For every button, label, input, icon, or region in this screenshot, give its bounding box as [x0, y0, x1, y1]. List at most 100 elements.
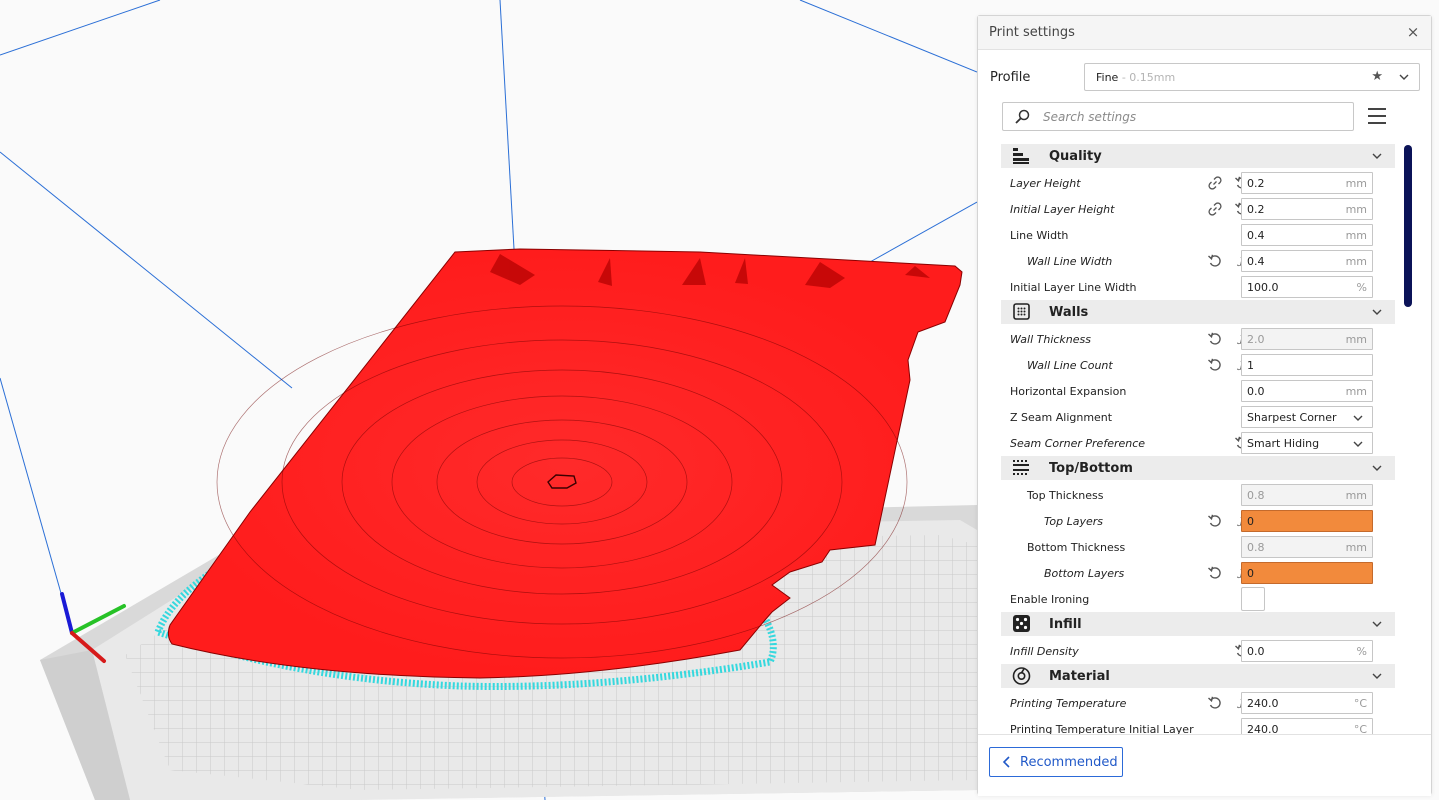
bottom-layers-field[interactable]: 0 — [1241, 562, 1373, 584]
field-value: 0.0 — [1247, 645, 1265, 658]
link-icon[interactable] — [1207, 201, 1223, 217]
wall-line-width-field[interactable]: 0.4 mm — [1241, 250, 1373, 272]
setting-label: Initial Layer Height — [1010, 203, 1115, 216]
layer-height-field[interactable]: 0.2 mm — [1241, 172, 1373, 194]
setting-bottom-thickness: Bottom Thickness 0.8 mm — [1001, 534, 1395, 560]
initial-layer-height-field[interactable]: 0.2 mm — [1241, 198, 1373, 220]
setting-label: Line Width — [1010, 229, 1069, 242]
panel-footer: Recommended — [978, 734, 1431, 796]
link-icon[interactable] — [1207, 175, 1223, 191]
close-icon[interactable]: × — [1405, 23, 1421, 41]
setting-wall-thickness: Wall Thickness ƒ 2.0mm — [1001, 326, 1395, 352]
infill-icon — [1013, 615, 1030, 632]
field-value: 0 — [1247, 515, 1254, 528]
wall-thickness-field[interactable]: 2.0 mm — [1241, 328, 1373, 350]
field-value: Sharpest Corner — [1247, 411, 1337, 424]
panel-header: Print settings × — [978, 16, 1431, 50]
category-quality[interactable]: Quality — [1001, 144, 1395, 168]
setting-infill-density: Infill Density 0.0% — [1001, 638, 1395, 664]
setting-wall-line-count: Wall Line Count ƒ 1 — [1001, 352, 1395, 378]
field-value: 0.0 — [1247, 385, 1265, 398]
seam-corner-preference-dropdown[interactable]: Smart Hiding — [1241, 432, 1373, 454]
field-value: 0.8 — [1247, 489, 1265, 502]
settings-menu-icon[interactable] — [1368, 108, 1386, 124]
horizontal-expansion-field[interactable]: 0.0 mm — [1241, 380, 1373, 402]
setting-seam-corner-preference: Seam Corner Preference Smart Hiding — [1001, 430, 1395, 456]
reset-icon[interactable] — [1207, 253, 1223, 269]
profile-name: Fine - 0.15mm — [1096, 71, 1175, 84]
top-layers-field[interactable]: 0 — [1241, 510, 1373, 532]
reset-icon[interactable] — [1207, 331, 1223, 347]
line-width-field[interactable]: 0.4 mm — [1241, 224, 1373, 246]
field-value: 2.0 — [1247, 333, 1265, 346]
category-label: Infill — [1049, 617, 1082, 632]
search-box[interactable] — [1002, 102, 1354, 131]
infill-density-field[interactable]: 0.0% — [1241, 640, 1373, 662]
field-unit: mm — [1345, 255, 1367, 268]
material-icon — [1012, 667, 1031, 685]
z-seam-alignment-dropdown[interactable]: Sharpest Corner — [1241, 406, 1373, 428]
enable-ironing-checkbox[interactable] — [1241, 587, 1265, 611]
field-unit: % — [1356, 281, 1367, 294]
setting-label: Wall Thickness — [1010, 333, 1091, 346]
chevron-down-icon — [1372, 673, 1382, 679]
setting-label: Seam Corner Preference — [1010, 437, 1146, 450]
chevron-down-icon — [1372, 621, 1382, 627]
setting-printing-temperature: Printing Temperature ƒ 240.0°C — [1001, 690, 1395, 716]
profile-dropdown[interactable]: Fine - 0.15mm ★ — [1084, 63, 1420, 91]
field-unit: mm — [1345, 333, 1367, 346]
top-bottom-icon — [1013, 460, 1029, 475]
field-value: 0.8 — [1247, 541, 1265, 554]
setting-bottom-layers: Bottom Layers ƒ 0 — [1001, 560, 1395, 586]
category-top-bottom[interactable]: Top/Bottom — [1001, 456, 1395, 480]
setting-label: Bottom Thickness — [1027, 541, 1126, 554]
category-label: Walls — [1049, 305, 1089, 320]
scene — [0, 0, 977, 800]
printing-temperature-field[interactable]: 240.0 °C — [1241, 692, 1373, 714]
category-walls[interactable]: Walls — [1001, 300, 1395, 324]
field-unit: °C — [1353, 697, 1367, 710]
setting-label: Layer Height — [1010, 177, 1081, 190]
field-value: 0.2 — [1247, 203, 1265, 216]
field-value: 1 — [1247, 359, 1254, 372]
category-material[interactable]: Material — [1001, 664, 1395, 688]
field-value: 0.4 — [1247, 255, 1265, 268]
profile-label: Profile — [990, 70, 1031, 85]
reset-icon[interactable] — [1207, 695, 1223, 711]
top-thickness-field[interactable]: 0.8 mm — [1241, 484, 1373, 506]
wall-line-count-field[interactable]: 1 — [1241, 354, 1373, 376]
reset-icon[interactable] — [1207, 513, 1223, 529]
chevron-left-icon — [1002, 756, 1010, 768]
field-unit: mm — [1345, 541, 1367, 554]
search-input[interactable] — [1043, 107, 1343, 127]
setting-label: Horizontal Expansion — [1010, 385, 1127, 398]
category-label: Material — [1049, 669, 1110, 684]
chevron-down-icon — [1399, 74, 1409, 80]
setting-enable-ironing: Enable Ironing — [1001, 586, 1395, 612]
recommended-button[interactable]: Recommended — [989, 747, 1123, 777]
bottom-thickness-field[interactable]: 0.8 mm — [1241, 536, 1373, 558]
recommended-label: Recommended — [1020, 755, 1118, 770]
setting-initial-layer-line-width: Initial Layer Line Width 100.0% — [1001, 274, 1395, 300]
field-unit: mm — [1345, 203, 1367, 216]
reset-icon[interactable] — [1207, 565, 1223, 581]
setting-label: Infill Density — [1010, 645, 1079, 658]
setting-label: Initial Layer Line Width — [1010, 281, 1137, 294]
setting-label: Enable Ironing — [1010, 593, 1090, 606]
search-icon — [1015, 109, 1030, 124]
initial-layer-line-width-field[interactable]: 100.0% — [1241, 276, 1373, 298]
field-value: 240.0 — [1247, 697, 1279, 710]
setting-initial-layer-height: Initial Layer Height 0.2 mm — [1001, 196, 1395, 222]
setting-label: Printing Temperature — [1010, 697, 1127, 710]
field-unit: mm — [1345, 177, 1367, 190]
walls-icon — [1013, 303, 1030, 320]
category-infill[interactable]: Infill — [1001, 612, 1395, 636]
field-value: 0.4 — [1247, 229, 1265, 242]
setting-label: Z Seam Alignment — [1010, 411, 1113, 424]
setting-label: Bottom Layers — [1044, 567, 1125, 580]
field-unit: % — [1356, 645, 1367, 658]
settings-scrollbar[interactable] — [1404, 145, 1412, 307]
setting-label: Wall Line Width — [1027, 255, 1113, 268]
reset-icon[interactable] — [1207, 357, 1223, 373]
star-icon[interactable]: ★ — [1371, 69, 1383, 84]
